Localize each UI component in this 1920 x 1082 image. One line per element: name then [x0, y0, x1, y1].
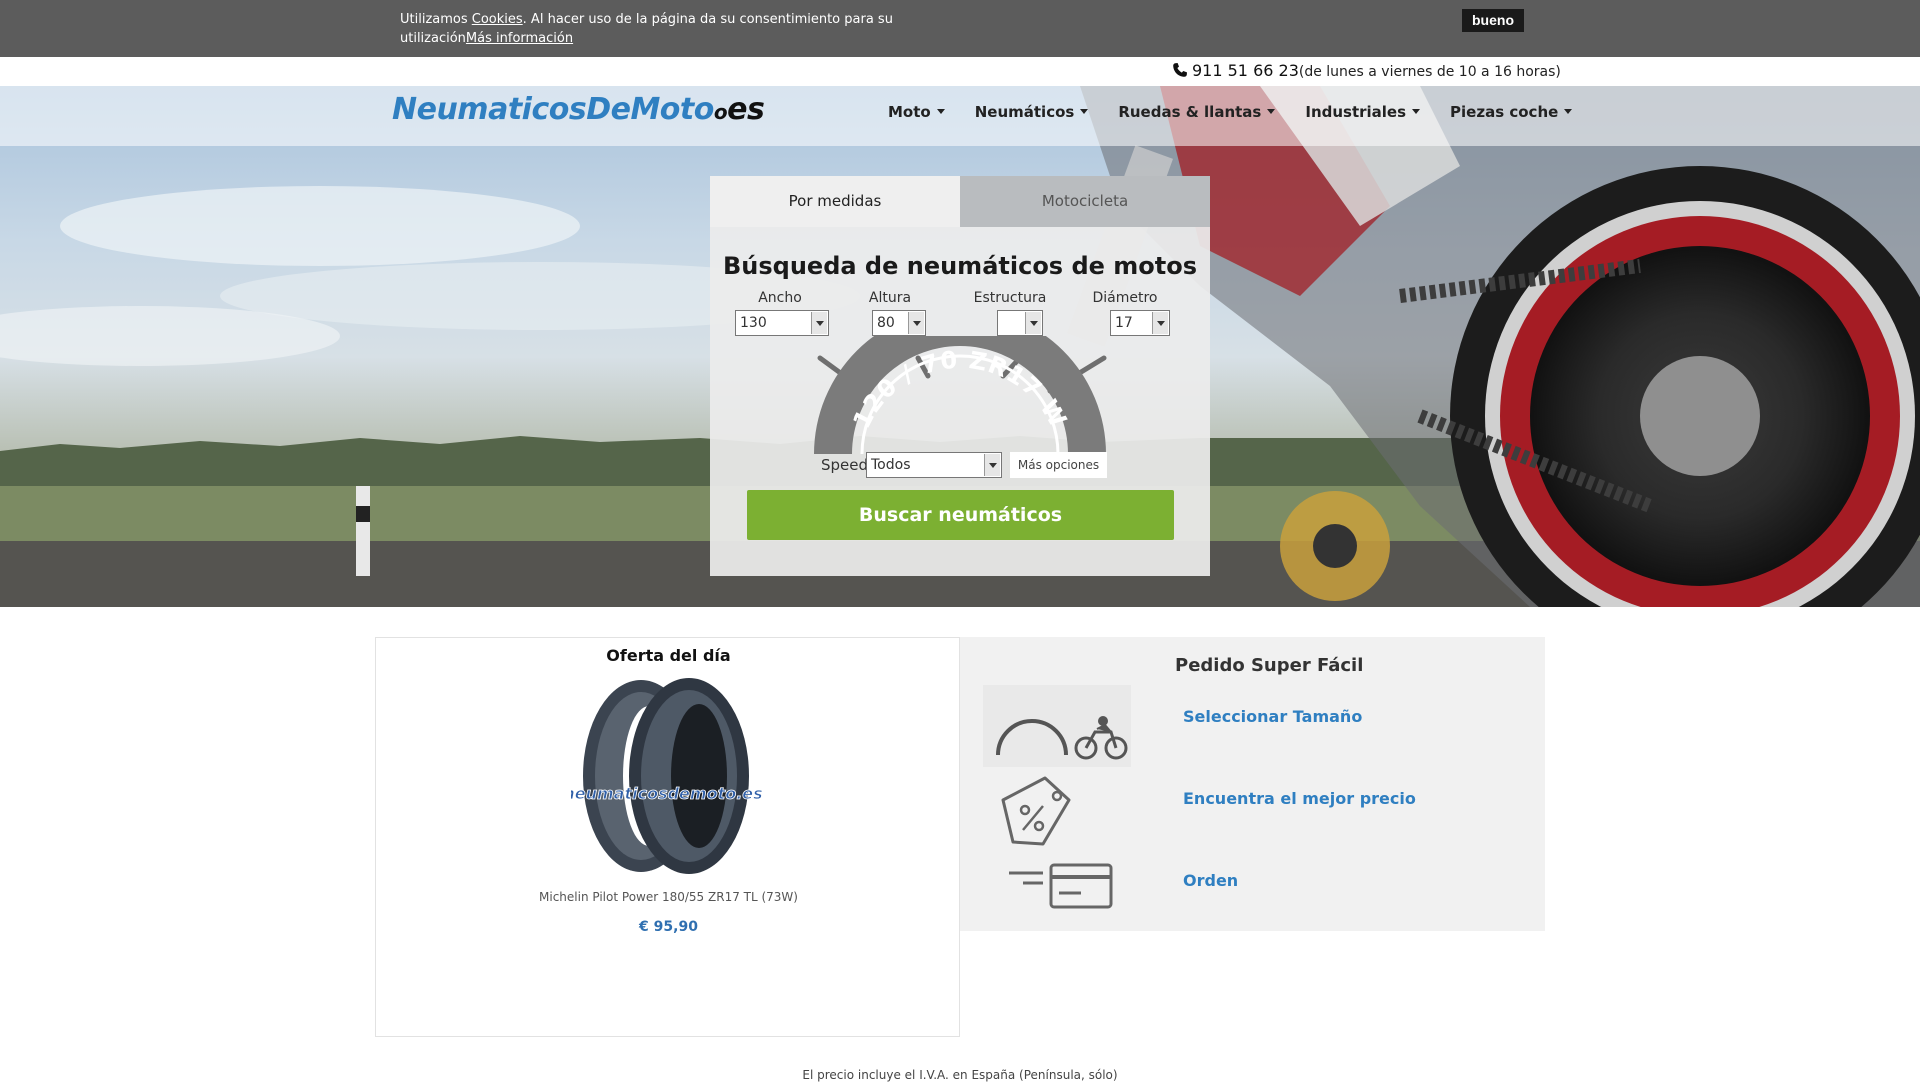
offer-price: € 95,90 — [639, 919, 698, 935]
nav-label: Industriales — [1305, 103, 1407, 121]
altura-label: Altura — [868, 290, 912, 306]
cookie-bar: Utilizamos Cookies. Al hacer uso de la p… — [0, 0, 1920, 57]
cookies-link[interactable]: Cookies — [472, 12, 523, 27]
phone-number[interactable]: 911 51 66 23 — [1192, 61, 1299, 80]
search-title: Búsqueda de neumáticos de motos — [722, 252, 1197, 280]
cookie-message: Utilizamos Cookies. Al hacer uso de la p… — [400, 10, 960, 48]
nav-label: Neumáticos — [974, 103, 1075, 121]
diametro-value: 17 — [1115, 315, 1133, 331]
phone-hours: (de lunes a viernes de 10 a 16 horas) — [1298, 64, 1561, 80]
search-tires-button[interactable]: Buscar neumáticos — [747, 490, 1174, 540]
offer-of-the-day: Oferta del día neumaticosdemoto.es Miche… — [375, 637, 960, 1037]
speed-value: Todos — [871, 457, 911, 473]
estructura-select[interactable] — [997, 310, 1043, 336]
easy-order-title: Pedido Super Fácil — [1175, 655, 1364, 676]
main-navbar: NeumaticosDeMotooes Moto Neumáticos Rued… — [0, 86, 1920, 146]
nav-menu: Moto Neumáticos Ruedas & llantas Industr… — [888, 86, 1602, 138]
step-order[interactable]: Orden — [1183, 871, 1238, 890]
contact-bar: 911 51 66 23(de lunes a viernes de 10 a … — [0, 57, 1920, 86]
cookie-text-start: Utilizamos — [400, 12, 472, 27]
nav-item-neumaticos[interactable]: Neumáticos — [975, 86, 1089, 138]
ancho-select[interactable]: 130 — [735, 310, 829, 336]
nav-item-ruedas[interactable]: Ruedas & llantas — [1118, 86, 1276, 138]
tire-search-panel: Por medidas Motocicleta Búsqueda de neum… — [710, 176, 1210, 576]
easy-order-panel: Pedido Super Fácil Seleccionar Tamaño En… — [960, 637, 1545, 931]
dropdown-arrow-icon — [1152, 312, 1168, 334]
diametro-label: Diámetro — [1092, 290, 1158, 306]
step-select-size[interactable]: Seleccionar Tamaño — [1183, 707, 1362, 726]
dropdown-arrow-icon — [1025, 312, 1041, 334]
tab-por-medidas[interactable]: Por medidas — [710, 176, 960, 227]
ancho-label: Ancho — [758, 290, 802, 306]
nav-label: Moto — [888, 103, 931, 121]
cookie-accept-button[interactable]: bueno — [1462, 9, 1524, 32]
tire-size-diagram-icon: 120 / 70 ZR17 W — [814, 336, 1107, 455]
more-options-button[interactable]: Más opciones — [1010, 452, 1107, 478]
caret-down-icon — [1080, 109, 1089, 114]
caret-down-icon — [936, 109, 945, 114]
caret-down-icon — [1412, 109, 1421, 114]
speed-select[interactable]: Todos — [866, 452, 1002, 478]
logo-main: NeumaticosDeMoto — [392, 92, 714, 127]
offer-tire-image[interactable]: neumaticosdemoto.es — [571, 676, 766, 876]
altura-select[interactable]: 80 — [872, 310, 926, 336]
nav-item-industriales[interactable]: Industriales — [1305, 86, 1421, 138]
nav-label: Ruedas & llantas — [1118, 103, 1262, 121]
ancho-value: 130 — [740, 315, 767, 331]
altura-value: 80 — [877, 315, 895, 331]
dropdown-arrow-icon — [908, 312, 924, 334]
diametro-select[interactable]: 17 — [1110, 310, 1170, 336]
nav-item-moto[interactable]: Moto — [888, 86, 945, 138]
price-tag-percent-icon — [1001, 776, 1071, 846]
credit-card-icon — [1009, 863, 1113, 909]
nav-item-piezas-coche[interactable]: Piezas coche — [1450, 86, 1573, 138]
phone-icon — [1173, 63, 1187, 77]
site-logo[interactable]: NeumaticosDeMotooes — [392, 92, 765, 127]
offer-title: Oferta del día — [606, 646, 731, 665]
logo-tld: es — [727, 92, 765, 127]
nav-label: Piezas coche — [1450, 103, 1559, 121]
tire-size-moto-icon — [983, 685, 1131, 767]
speed-label: Speed — [821, 456, 869, 474]
offer-product-name[interactable]: Michelin Pilot Power 180/55 ZR17 TL (73W… — [376, 890, 961, 904]
logo-dot: o — [713, 100, 728, 124]
more-info-link[interactable]: Más información — [466, 31, 573, 46]
dropdown-arrow-icon — [984, 454, 1000, 476]
offer-watermark: neumaticosdemoto.es — [571, 784, 763, 803]
tab-motocicleta[interactable]: Motocicleta — [960, 176, 1210, 227]
estructura-label: Estructura — [973, 290, 1047, 306]
contact-info: 911 51 66 23(de lunes a viernes de 10 a … — [1172, 61, 1561, 80]
step-best-price[interactable]: Encuentra el mejor precio — [1183, 789, 1416, 808]
dropdown-arrow-icon — [811, 312, 827, 334]
caret-down-icon — [1564, 109, 1573, 114]
caret-down-icon — [1267, 109, 1276, 114]
